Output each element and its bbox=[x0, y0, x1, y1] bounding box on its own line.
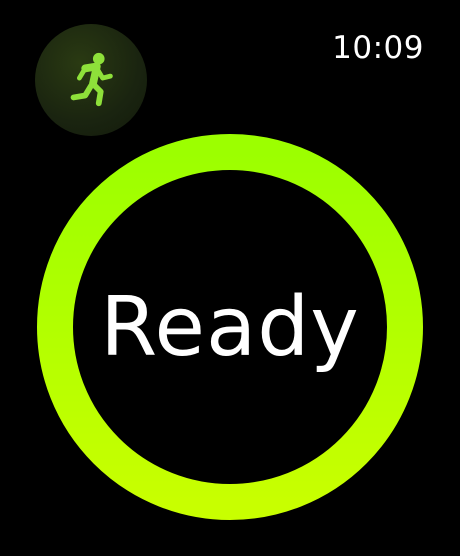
status-time: 10:09 bbox=[332, 30, 424, 66]
workout-type-badge[interactable] bbox=[35, 24, 147, 136]
running-figure-icon bbox=[70, 52, 113, 107]
ready-label: Ready bbox=[100, 279, 360, 375]
